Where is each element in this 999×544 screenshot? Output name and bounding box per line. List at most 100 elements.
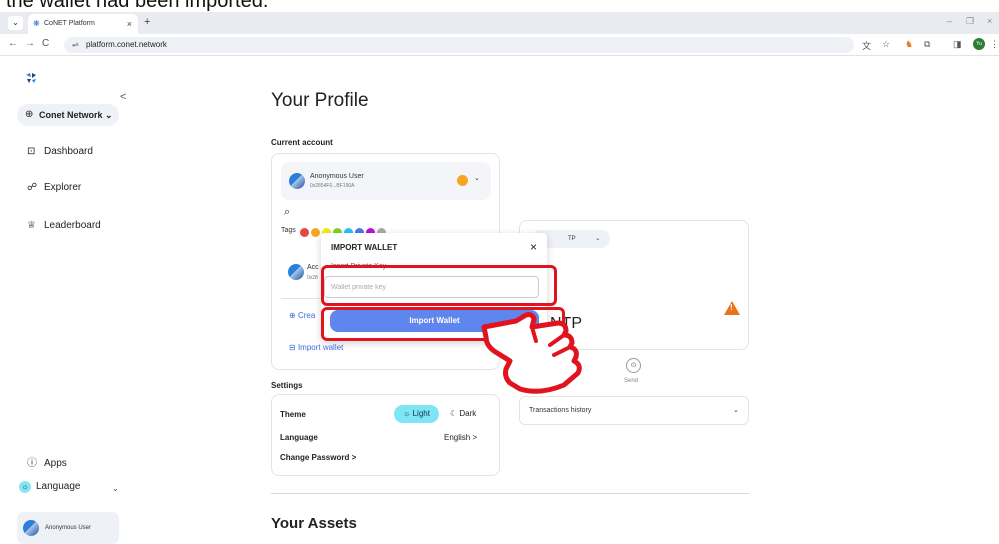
browser-tab-bar: ⌄ ❋ CoNET Platform × + – ❐ ×: [0, 12, 999, 34]
close-window-button[interactable]: ×: [987, 16, 992, 26]
tag-color-orange[interactable]: [311, 228, 320, 237]
chevron-right-icon: >: [472, 433, 478, 442]
sidebar-item-label: Explorer: [44, 182, 82, 193]
chevron-down-icon: ⌄: [733, 407, 739, 414]
current-account-label: Current account: [271, 138, 333, 147]
settings-panel: Theme ☼ Light ☾ Dark Language English > …: [271, 394, 500, 476]
send-label: Send: [624, 378, 639, 384]
chevron-down-icon: ⌄: [105, 110, 113, 120]
account-address: 0x2854F0...BF190A: [310, 183, 355, 189]
sun-icon: ☼: [403, 409, 413, 418]
conet-favicon-icon: ❋: [33, 19, 40, 28]
sidebar-item-label: Apps: [44, 458, 67, 469]
tab-title: CoNET Platform: [44, 20, 95, 27]
user-name: Anonymous User: [45, 525, 92, 531]
change-password-link[interactable]: Change Password >: [280, 453, 356, 462]
tags-label: Tags: [281, 227, 296, 234]
language-label: Language: [280, 433, 318, 442]
sidebar-item-explorer[interactable]: ☍ Explorer: [27, 182, 81, 193]
language-value: English: [444, 433, 471, 442]
sidebar-item-label: Leaderboard: [44, 220, 101, 231]
sidebar-item-label: Language: [36, 481, 81, 492]
url-text: platform.conet.network: [85, 40, 167, 49]
sidebar-item-dashboard[interactable]: ⊡ Dashboard: [27, 146, 93, 157]
network-selector-button[interactable]: ⊕ Conet Network ⌄: [17, 104, 119, 126]
plus-circle-icon: ⊕: [289, 311, 298, 320]
dark-theme-button[interactable]: ☾ Dark: [450, 405, 476, 423]
network-globe-icon: ⊕: [25, 109, 34, 120]
chevron-down-icon[interactable]: ⌄: [112, 484, 119, 493]
metamask-extension-icon[interactable]: ♞: [905, 39, 913, 50]
import-icon: ⊟: [289, 343, 298, 352]
forward-button[interactable]: →: [25, 38, 35, 49]
browser-menu-icon[interactable]: ⋮: [990, 39, 999, 50]
sidebar-item-label: Dashboard: [44, 146, 93, 157]
leaderboard-icon: ♕: [27, 220, 36, 231]
restore-button[interactable]: ❐: [966, 16, 974, 27]
profile-avatar[interactable]: Yu: [973, 38, 985, 50]
bookmark-star-icon[interactable]: ☆: [882, 39, 890, 50]
second-account-name: Acc: [307, 264, 319, 271]
info-icon: ⓘ: [27, 458, 37, 469]
site-info-icon[interactable]: ⇌: [72, 40, 79, 49]
minimize-button[interactable]: –: [947, 16, 952, 26]
modal-title: IMPORT WALLET: [331, 243, 398, 252]
divider: [271, 493, 749, 494]
screenshot-root: the wallet had been imported. ⌄ ❋ CoNET …: [0, 0, 999, 544]
import-link-label: Import wallet: [297, 343, 344, 352]
create-account-link[interactable]: ⊕ Crea: [289, 311, 315, 320]
collapse-sidebar-icon[interactable]: <: [120, 91, 126, 103]
new-tab-button[interactable]: +: [144, 16, 150, 28]
tab-close-icon[interactable]: ×: [127, 14, 132, 34]
import-wallet-link[interactable]: ⊟ Import wallet: [289, 343, 343, 352]
translate-icon[interactable]: 文: [862, 39, 871, 52]
dark-label: Dark: [459, 409, 477, 418]
url-input[interactable]: ⇌ platform.conet.network: [64, 37, 854, 53]
light-theme-button[interactable]: ☼ Light: [394, 405, 439, 423]
sidebar: < ⊕ Conet Network ⌄ ⊡ Dashboard ☍ Explorer…: [0, 56, 135, 544]
light-label: Light: [412, 409, 430, 418]
extensions-icon[interactable]: ⧉: [924, 39, 930, 50]
avatar: [23, 520, 39, 536]
user-account-card[interactable]: Anonymous User: [17, 512, 119, 544]
warning-icon[interactable]: !: [724, 301, 740, 315]
token-label: TP: [568, 236, 576, 242]
transactions-history-dropdown[interactable]: Transactions history ⌄: [519, 396, 749, 425]
browser-tab[interactable]: ❋ CoNET Platform ×: [28, 14, 138, 34]
page-title: Your Profile: [271, 90, 369, 111]
sun-language-icon: ☼: [19, 481, 31, 493]
chevron-down-icon: ⌄: [595, 236, 601, 242]
close-icon[interactable]: ×: [530, 240, 537, 254]
explorer-icon: ☍: [27, 182, 38, 193]
assets-title: Your Assets: [271, 515, 357, 532]
network-label: Conet Network: [39, 110, 103, 120]
moon-icon: ☾: [450, 409, 460, 418]
sidebar-item-apps[interactable]: ⓘ Apps: [27, 454, 67, 469]
sidebar-item-leaderboard[interactable]: ♕ Leaderboard: [27, 220, 101, 231]
history-label: Transactions history: [529, 407, 592, 414]
tab-search-button[interactable]: ⌄: [8, 16, 23, 30]
private-key-highlight: [321, 265, 557, 306]
second-account-address: 0x28: [307, 275, 318, 281]
chevron-down-icon[interactable]: ⌄: [474, 174, 480, 182]
pointing-hand-icon: [481, 312, 582, 394]
language-selector[interactable]: English >: [444, 433, 477, 442]
current-account-row[interactable]: Anonymous User 0x2854F0...BF190A ⌄: [281, 162, 491, 200]
reload-button[interactable]: C: [42, 38, 49, 49]
settings-label: Settings: [271, 381, 303, 390]
theme-label: Theme: [280, 410, 306, 419]
side-panel-icon[interactable]: ◨: [953, 39, 962, 50]
avatar: [288, 264, 304, 280]
dashboard-icon: ⊡: [27, 146, 36, 157]
search-icon[interactable]: ⌕: [284, 206, 290, 219]
tag-color-red[interactable]: [300, 228, 309, 237]
conet-logo-icon[interactable]: [23, 70, 39, 86]
account-name: Anonymous User: [310, 173, 364, 180]
send-icon[interactable]: ⊙: [626, 358, 641, 373]
sidebar-item-language[interactable]: ☼ Language: [19, 481, 81, 493]
account-color-dot: [457, 175, 468, 186]
chevron-right-icon: >: [351, 453, 357, 462]
back-button[interactable]: ←: [8, 38, 18, 49]
change-password-label: Change Password: [280, 453, 350, 462]
create-link-label: Crea: [297, 311, 316, 320]
